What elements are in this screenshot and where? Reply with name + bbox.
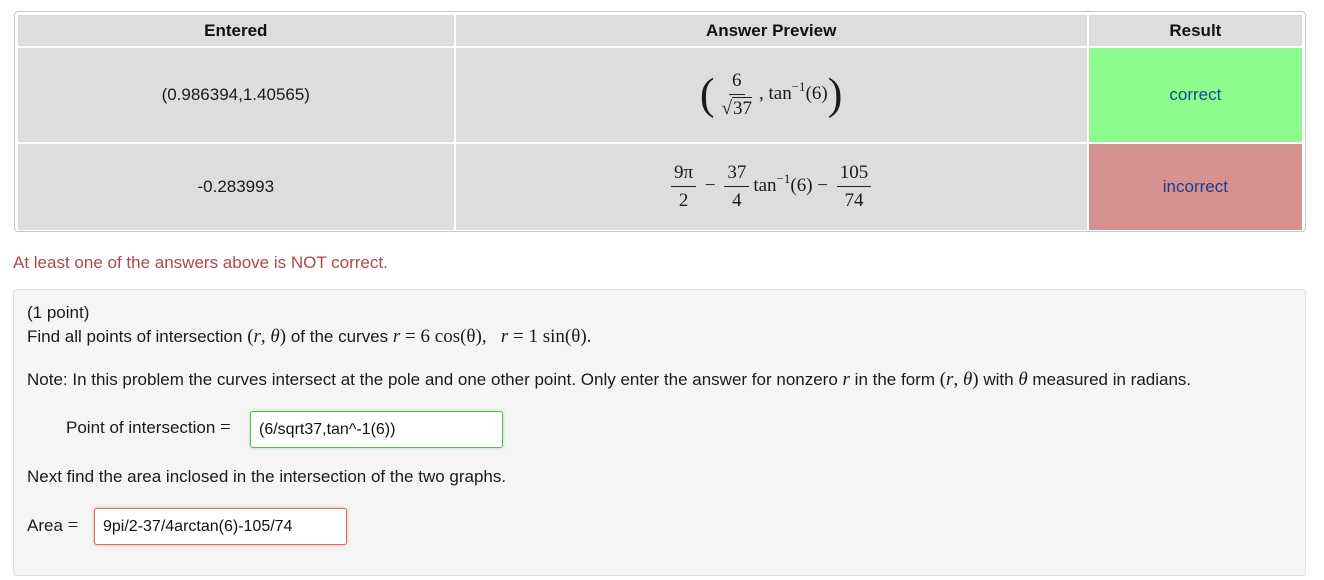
math-preview: (6 √37, tan−1(6)) [699,70,843,119]
table-row: -0.283993 9π 2 − 37 4 tan−1(6) − 105 74 inco… [18,144,1302,230]
result-incorrect: incorrect [1088,144,1302,230]
problem-panel: (1 point) Find all points of intersectio… [13,289,1306,576]
table-row: (0.986394,1.40565) (6 √37, tan−1(6)) corr… [18,48,1302,142]
header-result: Result [1088,15,1302,46]
result-correct: correct [1088,48,1302,142]
math-preview: 9π 2 − 37 4 tan−1(6) − 105 74 [667,162,875,211]
entered-cell: -0.283993 [18,144,454,230]
area-label: Area = [27,515,79,536]
results-table: Entered Answer Preview Result (0.986394,… [14,11,1306,232]
status-message: At least one of the answers above is NOT… [13,253,388,272]
point-of-intersection-input[interactable]: (6/sqrt37,tan^-1(6)) [250,411,503,448]
entered-cell: (0.986394,1.40565) [18,48,454,142]
area-input[interactable]: 9pi/2-37/4arctan(6)-105/74 [94,508,347,545]
problem-statement: Find all points of intersection (r, θ) o… [27,326,592,347]
header-answer-preview: Answer Preview [455,15,1087,46]
problem-points: (1 point) [27,303,90,322]
answer-preview-cell: (6 √37, tan−1(6)) [455,48,1087,142]
problem-note: Note: In this problem the curves interse… [27,369,1192,390]
answer-preview-cell: 9π 2 − 37 4 tan−1(6) − 105 74 [455,144,1087,230]
area-prompt: Next find the area inclosed in the inter… [27,467,507,486]
point-label: Point of intersection = [66,417,231,438]
header-entered: Entered [18,15,454,46]
